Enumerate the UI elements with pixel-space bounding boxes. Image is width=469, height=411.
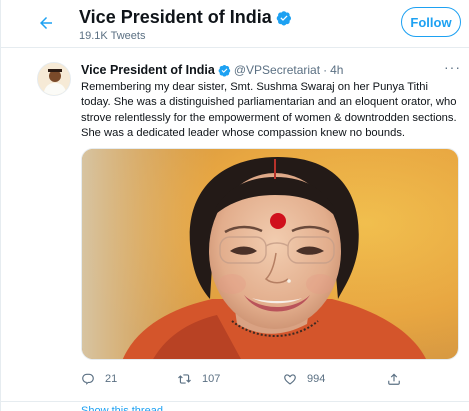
tweet[interactable]: Vice President of India @VPSecretariat ·… [1,58,469,398]
reply-count: 21 [105,373,118,385]
share-button[interactable] [387,372,401,386]
page-title: Vice President of India [79,7,272,27]
author-handle[interactable]: @VPSecretariat [234,62,320,78]
header-title-block: Vice President of India 19.1K Tweets [79,7,292,42]
tweet-text: Remembering my dear sister, Smt. Sushma … [81,81,457,139]
retweet-icon [178,374,191,384]
retweet-button[interactable]: 107 [177,372,220,386]
portrait-image [82,149,458,359]
tweet-header: Vice President of India @VPSecretariat ·… [81,62,459,78]
retweet-count: 107 [202,373,221,385]
avatar[interactable] [37,62,71,96]
share-icon [388,373,400,385]
tweet-timestamp[interactable]: 4h [330,62,343,78]
tweet-actions: 21 107 994 [81,372,459,392]
tweet-content: Vice President of India @VPSecretariat ·… [81,62,459,141]
reply-button[interactable]: 21 [81,372,117,386]
like-button[interactable]: 994 [283,372,325,386]
divider [1,401,469,402]
profile-header: Vice President of India 19.1K Tweets Fol… [1,0,469,48]
author-name[interactable]: Vice President of India [81,62,215,78]
verified-badge-icon [218,64,231,77]
follow-button[interactable]: Follow [401,7,461,37]
timeline-frame: Vice President of India 19.1K Tweets Fol… [0,0,469,411]
meta-separator: · [323,63,328,77]
tweet-photo[interactable] [81,148,459,360]
reply-icon [82,373,94,385]
like-count: 994 [307,373,326,385]
heart-icon [284,374,296,385]
tweet-count: 19.1K Tweets [79,30,146,42]
more-options-button[interactable]: ··· [444,60,461,74]
show-thread-link[interactable]: Show this thread [81,404,163,411]
back-button[interactable] [35,12,57,34]
verified-badge-icon [276,10,291,25]
arrow-left-icon [40,17,52,29]
